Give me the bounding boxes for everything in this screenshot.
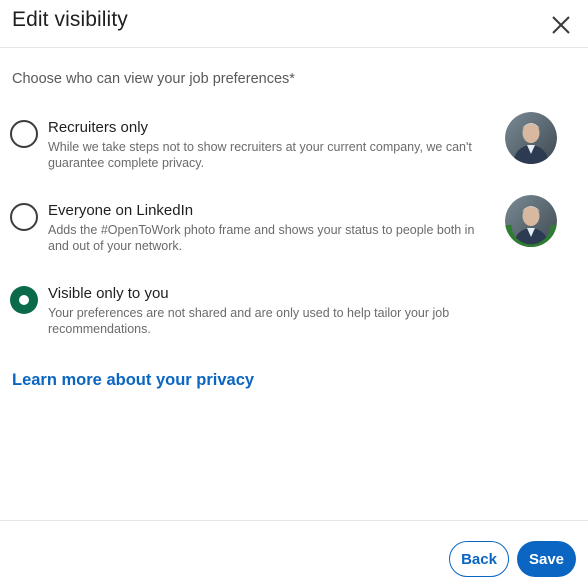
- close-icon[interactable]: [549, 13, 573, 37]
- option-description: Your preferences are not shared and are …: [48, 306, 450, 336]
- avatar: [505, 112, 557, 164]
- edit-visibility-dialog: Edit visibility Choose who can view your…: [0, 0, 588, 587]
- radio-recruiters-only[interactable]: [10, 120, 38, 148]
- radio-visible-only-to-you[interactable]: [10, 286, 38, 314]
- option-label: Visible only to you: [48, 285, 169, 302]
- dialog-footer: Back Save: [0, 520, 588, 587]
- back-button[interactable]: Back: [449, 541, 509, 577]
- dialog-header: Edit visibility: [0, 0, 588, 48]
- option-description: Adds the #OpenToWork photo frame and sho…: [48, 223, 475, 253]
- option-visible-only-to-you[interactable]: Visible only to you Your preferences are…: [10, 282, 580, 346]
- option-description: While we take steps not to show recruite…: [48, 140, 472, 170]
- avatar-opentowork: [505, 195, 557, 247]
- option-recruiters-only[interactable]: Recruiters only While we take steps not …: [10, 112, 580, 180]
- radio-selected-dot: [19, 295, 29, 305]
- option-label: Recruiters only: [48, 119, 149, 136]
- save-button[interactable]: Save: [517, 541, 576, 577]
- learn-more-privacy-link[interactable]: Learn more about your privacy: [12, 371, 254, 390]
- radio-everyone-on-linkedin[interactable]: [10, 203, 38, 231]
- visibility-prompt: Choose who can view your job preferences…: [12, 71, 295, 87]
- option-everyone-on-linkedin[interactable]: Everyone on LinkedIn Adds the #OpenToWor…: [10, 195, 580, 263]
- dialog-title: Edit visibility: [12, 8, 128, 31]
- option-label: Everyone on LinkedIn: [48, 202, 194, 219]
